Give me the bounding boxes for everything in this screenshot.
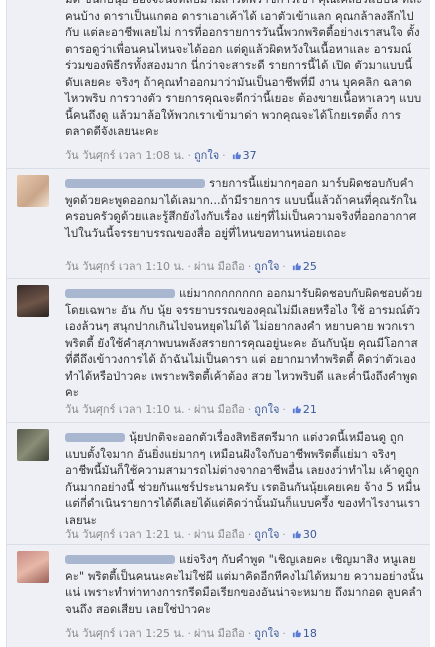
comment-author[interactable] — [65, 289, 175, 298]
comment-timestamp[interactable]: วัน วันศุกร์ เวลา 1:21 น. — [65, 528, 185, 541]
comment-body: แย่จริงๆ กับคำพูด "เชิญเลยคะ เชิญมาสิง ห… — [65, 551, 424, 617]
like-count[interactable]: 21 — [289, 403, 317, 416]
comment-timestamp[interactable]: วัน วันศุกร์ เวลา 1:10 น. — [65, 260, 185, 273]
avatar[interactable] — [17, 175, 49, 207]
avatar[interactable] — [17, 285, 49, 317]
comment-meta: วัน วันศุกร์ เวลา 1:21 น. · ผ่าน มือถือ · ถู… — [65, 528, 317, 541]
comment-text: มด ขึ้นกับนุ้ย ฮองจะนี่งหลบมามีสาร์ตพราช… — [65, 0, 422, 138]
like-count[interactable]: 30 — [289, 528, 317, 541]
comment-meta: วัน วันศุกร์ เวลา 1:10 น. · ผ่าน มือถือ · ถู… — [65, 403, 317, 416]
comment-text: นุ้ยปกติจะออกตัวเรื่องสิทธิสตรีมาก แต่งว… — [65, 430, 421, 527]
comment-author[interactable] — [65, 555, 175, 564]
comment-body: รายการนี้แย่มากๆออก มาร์บผิดชอบกับคำพูดด… — [65, 175, 424, 241]
comment-body: แย่มากกกกกกกก ออกมารับผิดชอบกับผิดชอบด้ว… — [65, 285, 424, 401]
comment-item: มด ขึ้นกับนุ้ย ฮองจะนี่งหลบมามีสาร์ตพราช… — [7, 0, 430, 168]
avatar[interactable] — [17, 429, 49, 461]
avatar[interactable] — [17, 551, 49, 583]
comment-text: แย่มากกกกกกกก ออกมารับผิดชอบกับผิดชอบด้ว… — [65, 286, 423, 399]
thumbs-up-icon — [292, 629, 301, 638]
via-mobile: ผ่าน มือถือ — [194, 403, 245, 416]
thumbs-up-icon — [292, 405, 301, 414]
comment-item: นุ้ยปกติจะออกตัวเรื่องสิทธิสตรีมาก แต่งว… — [7, 422, 430, 544]
like-count[interactable]: 25 — [289, 260, 317, 273]
like-count[interactable]: 37 — [229, 149, 257, 162]
like-link[interactable]: ถูกใจ — [254, 403, 279, 416]
thumbs-up-icon — [232, 151, 241, 160]
via-mobile: ผ่าน มือถือ — [194, 528, 245, 541]
like-count[interactable]: 18 — [289, 627, 317, 640]
comment-item: แย่มากกกกกกกก ออกมารับผิดชอบกับผิดชอบด้ว… — [7, 278, 430, 422]
comment-meta: วัน วันศุกร์ เวลา 1:25 น. · ผ่าน มือถือ · ถู… — [65, 627, 317, 640]
thumbs-up-icon — [292, 262, 301, 271]
thumbs-up-icon — [292, 530, 301, 539]
comment-timestamp[interactable]: วัน วันศุกร์ เวลา 1:10 น. — [65, 403, 185, 416]
via-mobile: ผ่าน มือถือ — [194, 260, 245, 273]
comment-author[interactable] — [65, 433, 125, 442]
like-link[interactable]: ถูกใจ — [194, 149, 219, 162]
comment-item: แย่จริงๆ กับคำพูด "เชิญเลยคะ เชิญมาสิง ห… — [7, 544, 430, 647]
like-link[interactable]: ถูกใจ — [254, 627, 279, 640]
comment-timestamp[interactable]: วัน วันศุกร์ เวลา 1:25 น. — [65, 627, 185, 640]
like-link[interactable]: ถูกใจ — [254, 528, 279, 541]
comment-thread: มด ขึ้นกับนุ้ย ฮองจะนี่งหลบมามีสาร์ตพราช… — [6, 0, 430, 647]
comment-meta: วัน วันศุกร์ เวลา 1:10 น. · ผ่าน มือถือ · ถู… — [65, 260, 317, 273]
comment-body: นุ้ยปกติจะออกตัวเรื่องสิทธิสตรีมาก แต่งว… — [65, 429, 424, 528]
comment-meta: วัน วันศุกร์ เวลา 1:08 น. · ถูกใจ · 37 — [65, 149, 257, 162]
comment-timestamp[interactable]: วัน วันศุกร์ เวลา 1:08 น. — [65, 149, 185, 162]
like-link[interactable]: ถูกใจ — [254, 260, 279, 273]
comment-item: รายการนี้แย่มากๆออก มาร์บผิดชอบกับคำพูดด… — [7, 168, 430, 278]
comment-author[interactable] — [65, 179, 205, 188]
via-mobile: ผ่าน มือถือ — [194, 627, 245, 640]
